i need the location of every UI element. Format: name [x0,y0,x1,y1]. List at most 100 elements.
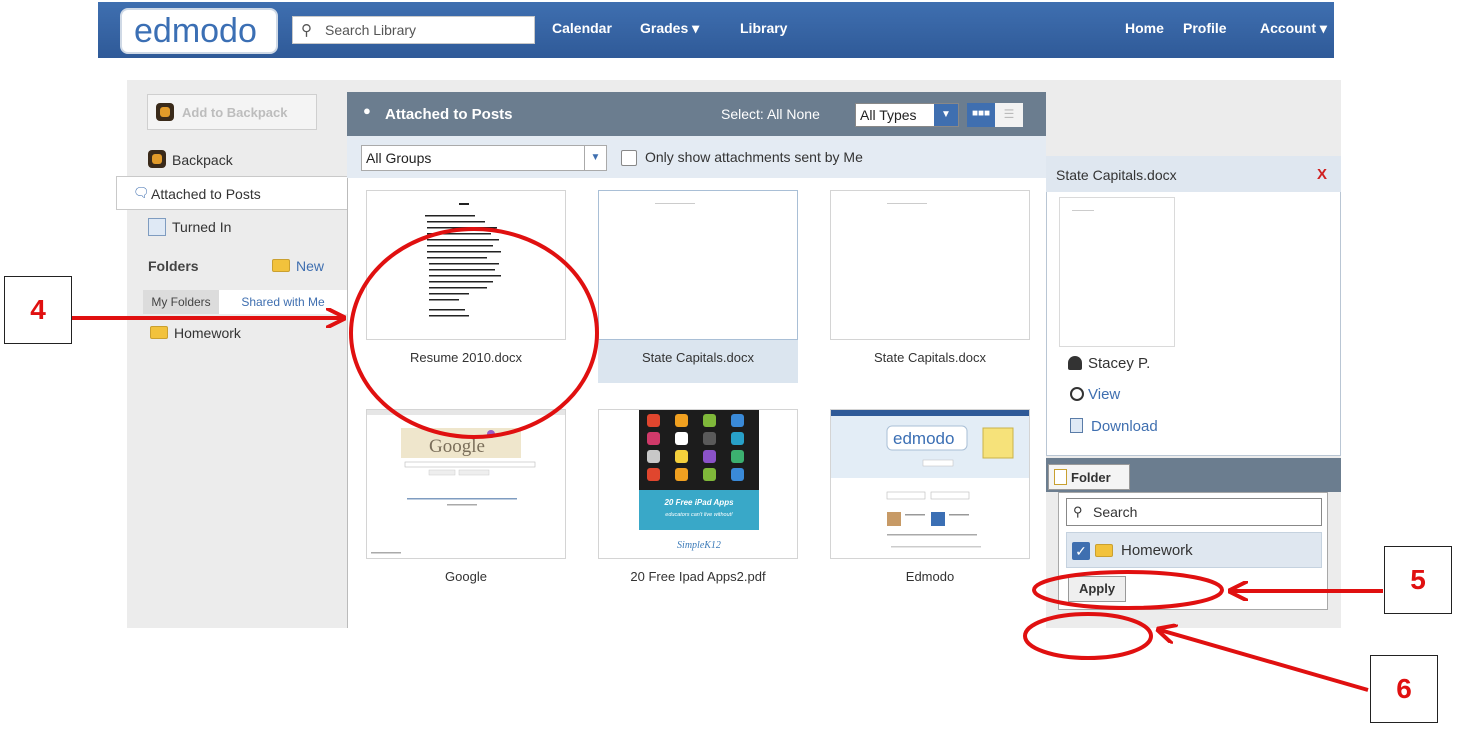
user-icon [1068,356,1082,370]
chevron-down-icon: ▼ [584,146,606,170]
app-icon [675,414,688,427]
callout-5: 5 [1384,546,1452,614]
ipad-apps-preview-image: 20 Free iPad Apps educators can't live w… [639,410,759,558]
owner-row: Stacey P. [1068,355,1150,372]
app-icon [703,432,716,445]
download-link[interactable]: Download [1070,418,1158,435]
apply-button[interactable]: Apply [1068,576,1126,602]
ipad-subtitle-text: educators can't live without! [665,512,733,518]
folder-item-homework[interactable]: Homework [150,325,241,341]
screenshot-stage: edmodo ⚲ Search Library Calendar Grades … [0,0,1462,736]
app-icon [647,468,660,481]
file-tile-state-capitals-selected[interactable]: State Capitals.docx [598,190,798,383]
folder-icon [1095,544,1113,557]
app-icon [731,414,744,427]
google-page-preview-image: Google [367,410,565,554]
file-tile-edmodo[interactable]: edmodo Edmodo [830,409,1030,599]
pencil-document-icon [148,218,166,236]
download-label: Download [1091,418,1158,435]
folder-label: Homework [174,325,241,341]
select-all-link[interactable]: All [767,106,783,122]
app-icon [647,450,660,463]
webpage-thumbnail: edmodo [830,409,1030,559]
chevron-down-icon: ▼ [934,104,958,126]
file-name: 20 Free Ipad Apps2.pdf [630,569,766,584]
grid-view-button[interactable]: ■■■ [967,103,995,127]
edmodo-logo[interactable]: edmodo [120,8,278,54]
checkbox-checked-icon[interactable]: ✓ [1072,542,1090,560]
google-logo-text: Google [429,436,485,457]
select-controls: Select: All None [721,106,820,122]
group-filter-select[interactable]: All Groups ▼ [361,145,607,171]
nav-account[interactable]: Account ▾ [1260,20,1327,37]
filter-row: All Groups ▼ Only show attachments sent … [347,136,1046,178]
app-icon [675,468,688,481]
file-name: Edmodo [905,569,955,584]
sidebar-item-turned-in[interactable]: Turned In [148,218,231,236]
file-name: State Capitals.docx [641,350,754,365]
add-to-backpack-label: Add to Backpack [182,105,288,120]
close-button[interactable]: X [1317,166,1327,183]
file-tile-resume[interactable]: Resume 2010.docx [366,190,566,380]
arrow-6 [1160,630,1369,692]
library-search-input[interactable]: ⚲ Search Library [292,16,535,44]
nav-profile[interactable]: Profile [1183,20,1227,36]
list-view-button[interactable]: ☰ [995,103,1023,127]
pdf-thumbnail: 20 Free iPad Apps educators can't live w… [598,409,798,559]
nav-grades[interactable]: Grades ▾ [640,20,699,37]
folders-heading: Folders [148,258,199,274]
document-thumbnail [598,190,798,340]
file-name: Google [445,569,487,584]
folder-button-label: Folder [1071,470,1111,485]
add-to-backpack-button[interactable]: Add to Backpack [147,94,317,130]
sidebar-item-label: Turned In [172,219,232,235]
file-tile-ipad-apps[interactable]: 20 Free iPad Apps educators can't live w… [598,409,798,599]
sidebar-item-label: Attached to Posts [151,186,261,202]
nav-library[interactable]: Library [740,20,787,36]
document-preview-image [655,203,695,204]
folder-search-input[interactable]: ⚲ Search [1066,498,1322,526]
file-name: Resume 2010.docx [409,350,522,365]
simplek12-brand-text: SimpleK12 [677,540,721,551]
sidebar-item-label: Backpack [172,152,233,168]
app-icon [703,468,716,481]
magnifier-icon [1070,387,1084,401]
app-icon [675,450,688,463]
folder-option-label: Homework [1121,542,1193,559]
callout-4: 4 [4,276,72,344]
file-tile-google[interactable]: Google Google [366,409,566,599]
select-none-link[interactable]: None [786,106,819,122]
tab-shared-with-me[interactable]: Shared with Me [219,290,347,314]
folder-button[interactable]: Folder [1048,464,1130,490]
sidebar-item-backpack[interactable]: Backpack [148,150,233,168]
type-filter-value: All Types [860,107,917,123]
tab-my-folders[interactable]: My Folders [143,290,219,314]
content-title: Attached to Posts [385,106,513,123]
file-detail-header: State Capitals.docx X [1046,156,1341,192]
folder-icon [150,326,168,339]
type-filter-select[interactable]: All Types ▼ [855,103,959,127]
nav-calendar[interactable]: Calendar [552,20,612,36]
callout-6: 6 [1370,655,1438,723]
new-folder-button[interactable]: New [272,258,324,274]
view-link[interactable]: View [1070,386,1120,403]
only-mine-checkbox[interactable] [621,150,637,166]
content-header: ● Attached to Posts Select: All None All… [347,92,1046,136]
speech-bubble-icon: ● [363,103,371,118]
app-icon [731,468,744,481]
document-preview-image [425,203,501,317]
logo-text: edmodo [134,12,257,50]
new-folder-label: New [296,258,325,274]
sidebar-item-attached-to-posts[interactable]: 🗨 Attached to Posts [116,176,348,210]
edmodo-page-preview-image: edmodo [831,410,1029,548]
folder-option-homework[interactable]: ✓ Homework [1066,532,1322,568]
search-icon: ⚲ [301,22,312,39]
app-icon [703,414,716,427]
app-icon [731,450,744,463]
nav-home[interactable]: Home [1125,20,1164,36]
file-tile-state-capitals[interactable]: State Capitals.docx [830,190,1030,380]
edmodo-logo-text: edmodo [893,429,954,448]
detail-thumbnail [1059,197,1175,347]
ipad-title-text: 20 Free iPad Apps [663,498,734,507]
speech-bubble-icon: 🗨 [133,185,150,200]
